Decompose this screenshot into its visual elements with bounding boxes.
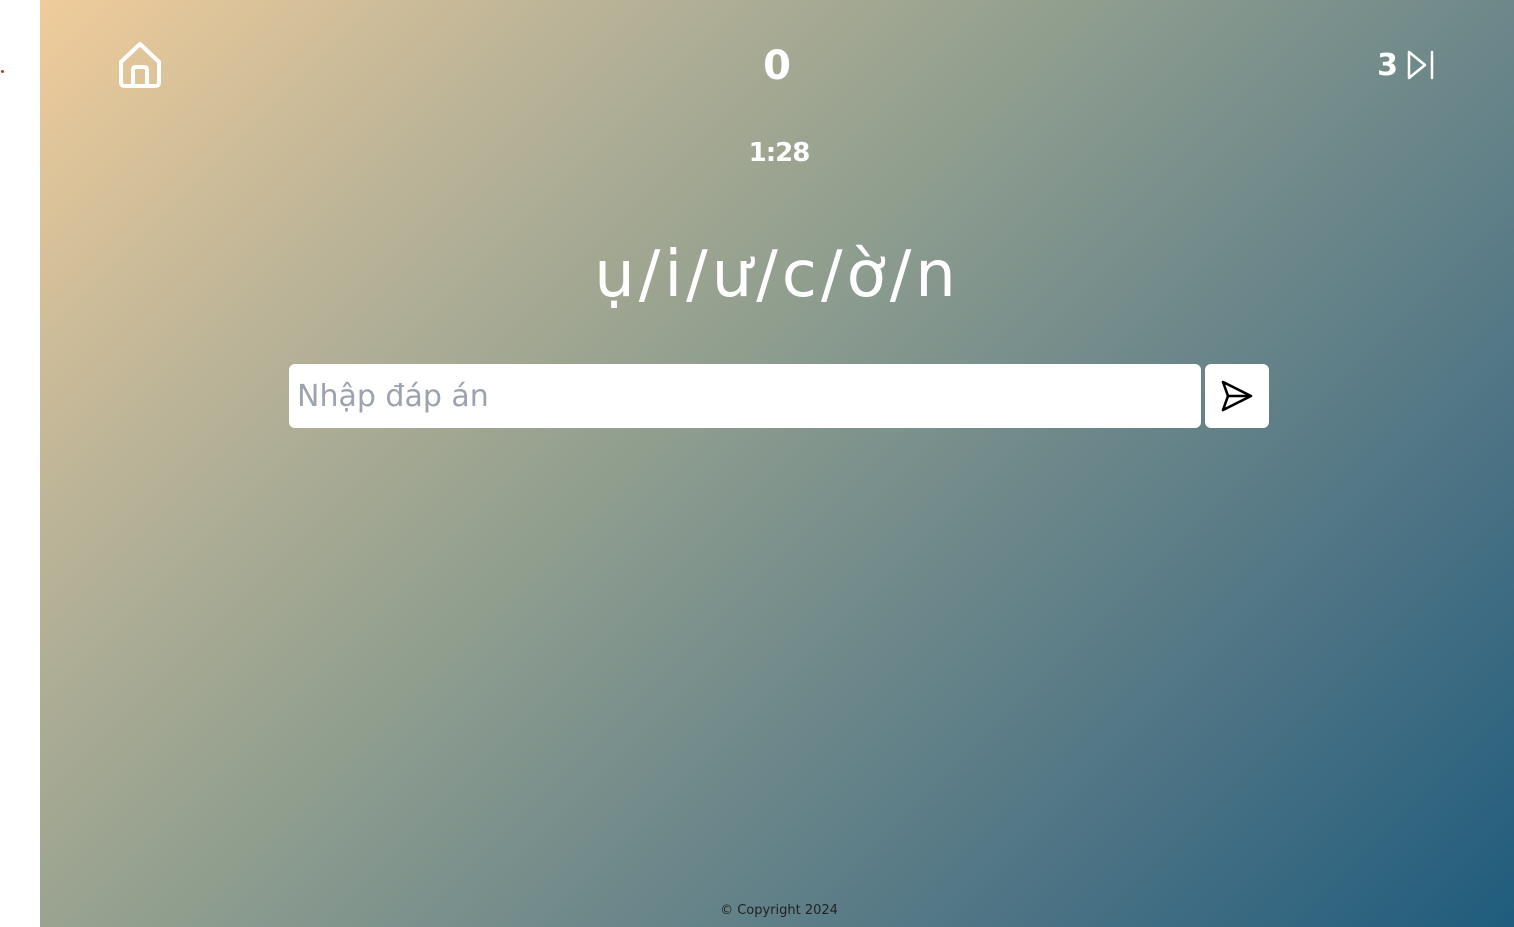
skip-button[interactable]: 3 — [1377, 44, 1436, 86]
game-screen: 0 3 1:28 ụ/i/ư/c/ờ/n © Copyright 2024 — [40, 0, 1514, 927]
send-icon — [1219, 378, 1255, 414]
score-value: 0 — [763, 43, 791, 89]
answer-input[interactable] — [289, 364, 1201, 428]
submit-button[interactable] — [1205, 364, 1269, 428]
scrambled-word: ụ/i/ư/c/ờ/n — [594, 238, 960, 312]
stray-dot — [1, 70, 4, 73]
copyright-footer: © Copyright 2024 — [720, 903, 838, 918]
skip-count: 3 — [1377, 47, 1398, 83]
countdown-timer: 1:28 — [748, 138, 811, 168]
skip-forward-icon — [1406, 49, 1436, 81]
